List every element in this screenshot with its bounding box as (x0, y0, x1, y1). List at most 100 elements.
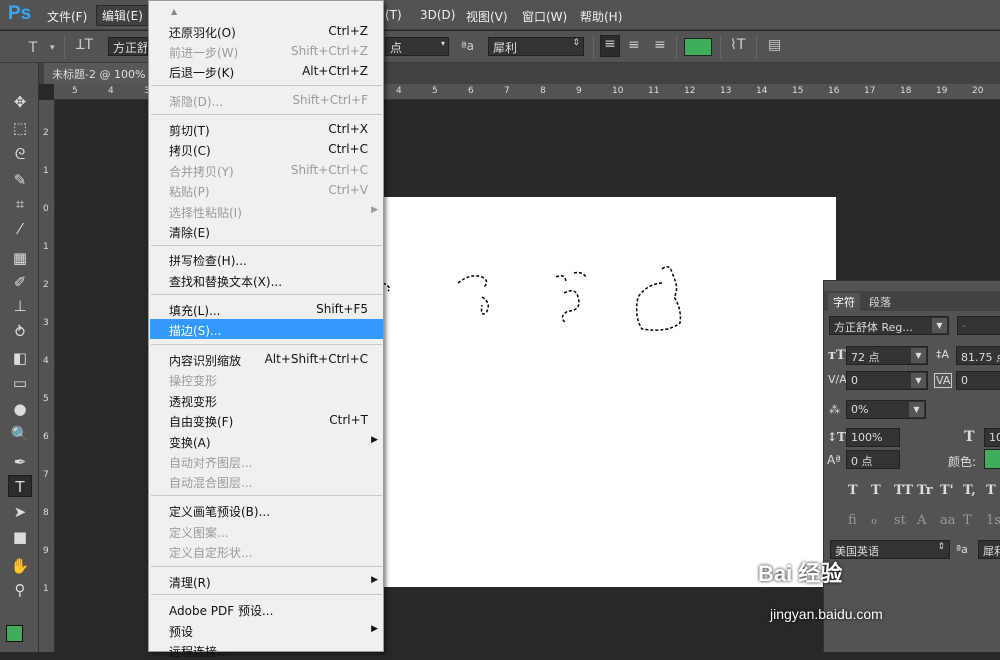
chevron-down-icon[interactable]: ▾ (50, 43, 55, 53)
menu-item[interactable]: 还原羽化(O) Ctrl+Z (150, 21, 383, 41)
path-selection-icon[interactable]: ➤ (8, 501, 32, 523)
menu-item[interactable]: 变换(A) ▶ (150, 431, 383, 451)
menu-item[interactable]: 清理(R) ▶ (150, 571, 383, 591)
leading-select[interactable]: 81.75 点 (956, 346, 1000, 365)
menu-item[interactable]: 自动混合图层... (150, 471, 383, 491)
type-style-button[interactable]: T (848, 483, 858, 498)
scroll-up-icon[interactable]: ▲ (171, 7, 177, 16)
menu-item[interactable]: 操控变形 (150, 369, 383, 389)
menubar-item[interactable]: 帮助(H) (580, 8, 622, 25)
opentype-button[interactable]: fi (848, 513, 857, 528)
menu-item[interactable]: 填充(L)... Shift+F5 (150, 299, 383, 319)
language-select[interactable]: 美国英语 ⇕ (830, 540, 950, 559)
hand-tool-icon[interactable]: ✋ (8, 555, 32, 577)
vertical-scale-field[interactable]: 100% (846, 428, 900, 447)
crop-tool-icon[interactable]: ⌗ (8, 193, 32, 215)
menu-item[interactable]: Adobe PDF 预设... (150, 599, 383, 619)
foreground-color-swatch[interactable] (6, 625, 23, 642)
type-style-button[interactable]: T' (940, 483, 954, 498)
type-style-button[interactable]: T (986, 483, 996, 498)
type-style-button[interactable]: T (871, 483, 881, 498)
opentype-button[interactable]: st (894, 513, 906, 528)
type-style-button[interactable]: TT (894, 483, 913, 498)
anti-alias-select[interactable]: 犀利 ⇕ (488, 37, 584, 56)
menu-item[interactable]: 后退一步(K) Alt+Ctrl+Z (150, 61, 383, 81)
align-left-icon[interactable]: ≡ (600, 35, 620, 57)
clone-stamp-icon[interactable]: ⊥ (8, 295, 32, 317)
font-family-select[interactable]: 方正舒 (108, 37, 148, 56)
healing-brush-icon[interactable]: ▦ (8, 247, 32, 269)
type-tool-icon[interactable]: T (8, 475, 32, 497)
font-size-select[interactable]: 72 点 ▼ (846, 346, 928, 365)
move-tool-icon[interactable]: ✥ (8, 91, 32, 113)
tsume-select[interactable]: 0% ▼ (846, 400, 926, 419)
menubar-item[interactable]: 3D(D) (420, 8, 455, 22)
lasso-tool-icon[interactable]: ᘓ (8, 143, 32, 165)
opentype-button[interactable]: 1st (986, 513, 1000, 528)
menu-item[interactable]: 拼写检查(H)... (150, 249, 383, 269)
menu-item[interactable]: 定义自定形状... (150, 541, 383, 561)
text-color-swatch[interactable] (684, 38, 712, 56)
menu-item[interactable]: 透视变形 (150, 390, 383, 410)
anti-alias-select[interactable]: 犀利 (978, 540, 1000, 559)
menu-item[interactable]: 清除(E) (150, 221, 383, 241)
tab-paragraph[interactable]: 段落 (864, 293, 896, 311)
menu-item[interactable]: 查找和替换文本(X)... (150, 270, 383, 290)
menu-item[interactable]: 粘贴(P) Ctrl+V (150, 180, 383, 200)
eyedropper-icon[interactable]: ⁄ (8, 218, 32, 240)
opentype-button[interactable]: T (963, 513, 972, 528)
menubar-item[interactable]: 窗口(W) (522, 8, 567, 25)
menu-item[interactable]: 定义画笔预设(B)... (150, 500, 383, 520)
font-family-select[interactable]: 方正舒体 Reg... ▼ (829, 316, 949, 335)
type-style-button[interactable]: T, (963, 483, 976, 498)
warp-text-icon[interactable]: ⌇T (730, 37, 745, 53)
menu-item[interactable]: 拷贝(C) Ctrl+C (150, 139, 383, 159)
menu-item[interactable]: 自由变换(F) Ctrl+T (150, 410, 383, 430)
shape-tool-icon[interactable]: ■ (8, 526, 32, 548)
baseline-shift-field[interactable]: 0 点 (846, 450, 900, 469)
menubar-item[interactable]: (T) (385, 8, 402, 22)
menu-item[interactable]: 选择性粘贴(I) ▶ (150, 201, 383, 221)
document-tab[interactable]: 未标题-2 @ 100% (44, 63, 154, 84)
menu-item[interactable]: 内容识别缩放 Alt+Shift+Ctrl+C (150, 349, 383, 369)
dodge-tool-icon[interactable]: 🔍 (8, 423, 32, 445)
menu-item[interactable]: 远程连接... (150, 640, 383, 660)
font-size-select[interactable]: 点 ▾ (385, 37, 449, 56)
text-orientation-icon[interactable]: ꓕT (76, 37, 93, 53)
menu-item[interactable]: 描边(S)... (150, 319, 383, 339)
character-panel-icon[interactable]: ▤ (768, 37, 781, 53)
zoom-tool-icon[interactable]: ⚲ (8, 579, 32, 601)
gradient-tool-icon[interactable]: ▭ (8, 372, 32, 394)
eraser-icon[interactable]: ◧ (8, 347, 32, 369)
menubar-item[interactable]: 视图(V) (466, 8, 508, 25)
text-color-swatch[interactable] (984, 449, 1000, 469)
menubar-item[interactable]: 文件(F) (47, 8, 87, 25)
menu-item[interactable]: 预设 ▶ (150, 620, 383, 640)
quick-selection-icon[interactable]: ✎ (8, 169, 32, 191)
opentype-button[interactable]: ℴ (871, 513, 877, 528)
menu-item[interactable]: 自动对齐图层... (150, 451, 383, 471)
menu-item[interactable]: 渐隐(D)... Shift+Ctrl+F (150, 90, 383, 110)
type-style-button[interactable]: Tr (917, 483, 933, 498)
history-brush-icon[interactable]: ⥁ (8, 321, 32, 343)
pen-tool-icon[interactable]: ✒ (8, 451, 32, 473)
tab-character[interactable]: 字符 (828, 293, 860, 311)
menu-item[interactable]: 剪切(T) Ctrl+X (150, 119, 383, 139)
blur-tool-icon[interactable]: ● (8, 398, 32, 420)
menu-item[interactable]: 合并拷贝(Y) Shift+Ctrl+C (150, 160, 383, 180)
kerning-select[interactable]: 0 ▼ (846, 371, 928, 390)
menu-item[interactable]: 前进一步(W) Shift+Ctrl+Z (150, 41, 383, 61)
font-style-select[interactable]: - (957, 316, 1000, 335)
align-right-icon[interactable]: ≡ (654, 37, 666, 53)
tracking-select[interactable]: 0 (956, 371, 1000, 390)
menubar-item[interactable]: 编辑(E) (96, 5, 149, 26)
opentype-button[interactable]: A (917, 513, 926, 528)
type-tool-icon[interactable]: Ｔ (26, 37, 40, 57)
document-canvas[interactable] (377, 197, 836, 587)
align-center-icon[interactable]: ≡ (628, 37, 640, 53)
horizontal-scale-field[interactable]: 100 (984, 428, 1000, 447)
marquee-tool-icon[interactable]: ⬚ (8, 117, 32, 139)
brush-tool-icon[interactable]: ✐ (8, 271, 32, 293)
opentype-button[interactable]: aa (940, 513, 956, 528)
menu-item[interactable]: 定义图案... (150, 521, 383, 541)
